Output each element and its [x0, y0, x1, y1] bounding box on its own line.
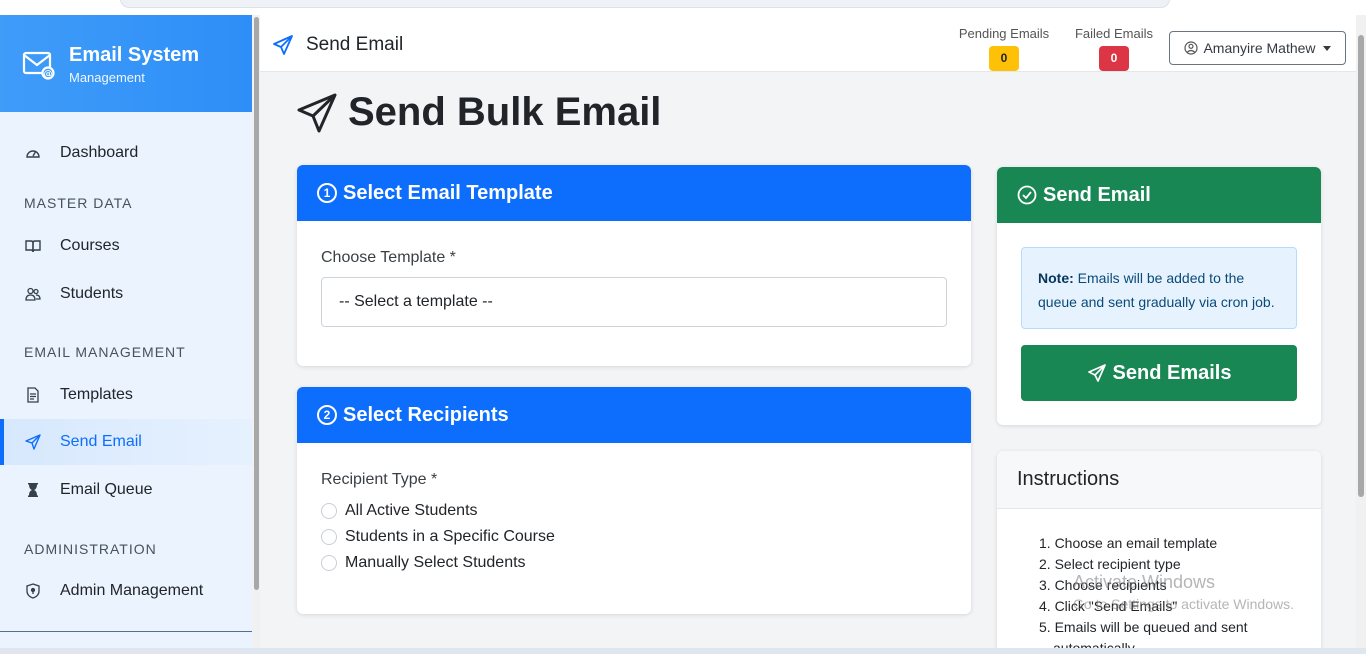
failed-emails-label: Failed Emails	[1074, 26, 1154, 41]
send-icon	[296, 92, 338, 134]
sidebar: @ Email System Management Dashboard MAST…	[0, 15, 252, 648]
file-text-icon	[24, 387, 41, 404]
radio-button[interactable]	[321, 529, 337, 545]
radio-specific-course[interactable]: Students in a Specific Course	[321, 528, 555, 546]
list-item: 3. Choose recipients	[1039, 577, 1167, 593]
step-number-icon: 2	[317, 405, 337, 425]
choose-template-label: Choose Template *	[321, 249, 456, 266]
book-icon	[24, 238, 41, 255]
template-select[interactable]: -- Select a template --	[321, 277, 947, 327]
send-email-card: Send Email Note: Emails will be added to…	[997, 167, 1321, 425]
sidebar-item-templates[interactable]: Templates	[0, 372, 252, 418]
address-bar[interactable]	[120, 0, 1170, 8]
note-label: Note:	[1038, 270, 1074, 286]
radio-all-active-students[interactable]: All Active Students	[321, 502, 478, 520]
send-emails-button[interactable]: Send Emails	[1021, 345, 1297, 401]
sidebar-section-administration: ADMINISTRATION	[24, 541, 157, 557]
brand-title: Email System	[69, 43, 200, 66]
sidebar-item-label: Templates	[60, 386, 133, 403]
recipients-card-title: Select Recipients	[343, 403, 509, 426]
send-icon	[272, 34, 294, 56]
step-number-icon: 1	[317, 183, 337, 203]
radio-label: Manually Select Students	[345, 554, 526, 571]
pending-emails-badge: 0	[989, 46, 1019, 71]
brand[interactable]: @ Email System Management	[0, 15, 252, 112]
template-card-header: 1 Select Email Template	[297, 165, 971, 221]
pending-emails-label: Pending Emails	[958, 26, 1050, 41]
send-email-card-header: Send Email	[997, 167, 1321, 223]
speedometer-icon	[24, 145, 41, 162]
instructions-title: Instructions	[997, 451, 1321, 509]
hourglass-icon	[24, 482, 41, 499]
svg-text:@: @	[44, 69, 53, 79]
send-email-card-title: Send Email	[1043, 183, 1151, 206]
queue-note: Note: Emails will be added to the queue …	[1021, 247, 1297, 329]
main-content: Send Bulk Email 1 Select Email Template …	[260, 72, 1356, 648]
sidebar-item-label: Admin Management	[60, 582, 204, 599]
page-scrollbar[interactable]	[1356, 15, 1366, 648]
pending-emails-stat: Pending Emails 0	[957, 26, 1051, 71]
envelope-at-icon: @	[22, 47, 56, 81]
scrollbar-thumb[interactable]	[254, 17, 259, 590]
page-title-text: Send Bulk Email	[348, 90, 662, 134]
scrollbar-thumb[interactable]	[1358, 35, 1364, 497]
sidebar-item-label: Send Email	[60, 433, 142, 450]
list-item: 4. Click "Send Emails"	[1039, 598, 1178, 614]
radio-button[interactable]	[321, 555, 337, 571]
sidebar-item-label: Email Queue	[60, 481, 153, 498]
instructions-card: Instructions 1. Choose an email template…	[997, 451, 1321, 648]
sidebar-section-master-data: MASTER DATA	[24, 195, 133, 211]
sidebar-item-email-queue[interactable]: Email Queue	[0, 467, 252, 513]
list-item: 1. Choose an email template	[1039, 535, 1218, 551]
sidebar-item-students[interactable]: Students	[0, 271, 252, 317]
shield-icon	[24, 583, 41, 600]
send-emails-button-label: Send Emails	[1112, 361, 1232, 384]
send-icon	[24, 434, 41, 451]
user-name: Amanyire Mathew	[1203, 40, 1316, 56]
browser-chrome	[0, 0, 1366, 15]
sidebar-section-email-management: EMAIL MANAGEMENT	[24, 344, 186, 360]
person-circle-icon	[1184, 41, 1199, 55]
page-title: Send Bulk Email	[296, 90, 661, 135]
note-text: Emails will be added to the queue and se…	[1038, 270, 1275, 310]
topbar-title-text: Send Email	[306, 34, 404, 55]
topbar-title: Send Email	[272, 34, 403, 56]
radio-label: Students in a Specific Course	[345, 528, 555, 545]
list-item: automatically	[1053, 640, 1135, 648]
sidebar-divider	[0, 631, 252, 632]
sidebar-scrollbar[interactable]	[253, 15, 260, 648]
sidebar-item-courses[interactable]: Courses	[0, 223, 252, 269]
people-icon	[24, 286, 41, 303]
recipients-card-header: 2 Select Recipients	[297, 387, 971, 443]
sidebar-item-label: Dashboard	[60, 144, 139, 161]
sidebar-item-label: Students	[60, 285, 124, 302]
brand-subtitle: Management	[69, 69, 145, 85]
sidebar-item-dashboard[interactable]: Dashboard	[0, 130, 252, 176]
radio-manual-select[interactable]: Manually Select Students	[321, 554, 526, 572]
sidebar-item-label: Courses	[60, 237, 120, 254]
template-card: 1 Select Email Template Choose Template …	[297, 165, 971, 366]
list-item: 5. Emails will be queued and sent	[1039, 619, 1248, 635]
taskbar-edge	[0, 648, 1366, 654]
radio-button[interactable]	[321, 503, 337, 519]
sidebar-item-admin-management[interactable]: Admin Management	[0, 568, 252, 614]
failed-emails-badge: 0	[1099, 46, 1129, 71]
instructions-list: 1. Choose an email template 2. Select re…	[1039, 533, 1248, 648]
failed-emails-stat: Failed Emails 0	[1070, 26, 1158, 71]
send-icon	[1087, 363, 1107, 383]
chevron-down-icon	[1322, 45, 1331, 51]
recipients-card: 2 Select Recipients Recipient Type * All…	[297, 387, 971, 614]
template-card-title: Select Email Template	[343, 181, 553, 204]
sidebar-item-send-email[interactable]: Send Email	[0, 419, 252, 465]
recipient-type-label: Recipient Type *	[321, 471, 438, 488]
topbar: Send Email Pending Emails 0 Failed Email…	[260, 15, 1356, 72]
radio-label: All Active Students	[345, 502, 478, 519]
check-circle-icon	[1017, 185, 1037, 205]
user-menu-button[interactable]: Amanyire Mathew	[1169, 31, 1346, 65]
list-item: 2. Select recipient type	[1039, 556, 1181, 572]
